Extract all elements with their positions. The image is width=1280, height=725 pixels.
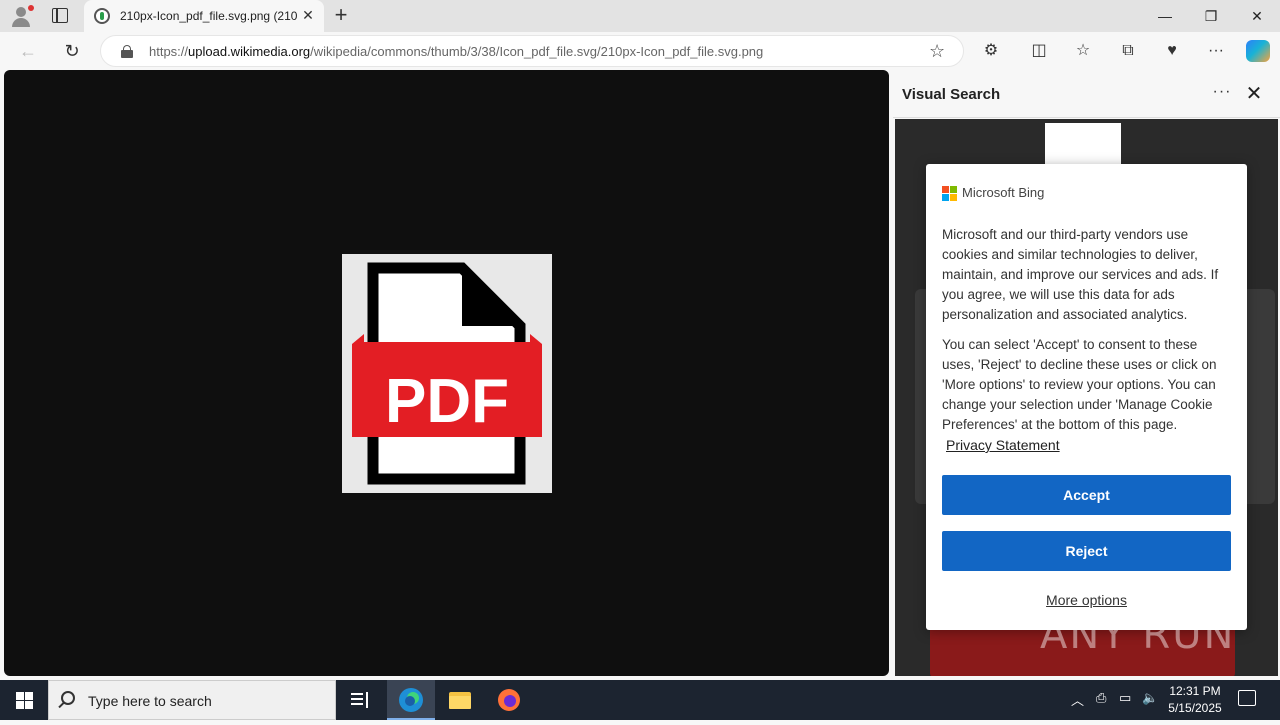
taskbar-search-box[interactable]: Type here to search (48, 680, 336, 720)
browser-essentials-icon[interactable]: ♥ (1161, 40, 1183, 62)
tab-close-button[interactable]: ✕ (299, 6, 317, 24)
more-options-link[interactable]: More options (926, 592, 1247, 608)
address-bar[interactable]: https://upload.wikimedia.org/wikipedia/c… (100, 35, 964, 67)
copilot-icon[interactable] (1246, 40, 1270, 62)
task-view-icon[interactable] (336, 680, 384, 720)
navigation-bar: ← ↻ https://upload.wikimedia.org/wikiped… (0, 32, 1280, 70)
extensions-icon[interactable]: ⚙ (980, 40, 1002, 62)
browser-tab[interactable]: 210px-Icon_pdf_file.svg.png (210 ✕ (84, 0, 324, 32)
favorites-icon[interactable]: ☆ (1072, 40, 1094, 62)
search-placeholder: Type here to search (88, 693, 212, 709)
firefox-icon[interactable] (485, 680, 533, 720)
clock-time: 12:31 PM (1169, 684, 1221, 698)
accept-button[interactable]: Accept (942, 475, 1231, 515)
clock-date: 5/15/2025 (1168, 701, 1222, 715)
panel-close-icon[interactable]: ✕ (1242, 82, 1266, 106)
panel-more-icon[interactable]: ··· (1208, 82, 1236, 106)
show-hidden-icons-icon[interactable]: ︿ (1071, 690, 1084, 709)
device-icon[interactable]: ⎙ (1096, 690, 1106, 706)
close-window-button[interactable]: ✕ (1234, 0, 1280, 32)
tab-actions-icon[interactable] (52, 8, 68, 23)
lock-icon[interactable] (121, 45, 133, 58)
microsoft-logo-icon (942, 186, 957, 201)
taskbar: Type here to search ︿ ⎙ ▭ 🔈 12:31 PM 5/1… (0, 680, 1280, 720)
back-button[interactable]: ← (16, 39, 40, 63)
add-favorite-icon[interactable]: ☆ (929, 41, 945, 62)
cookie-consent-dialog: Microsoft Bing Microsoft and our third-p… (926, 164, 1247, 630)
windows-start-icon[interactable] (0, 680, 48, 720)
network-icon[interactable]: ▭ (1119, 690, 1131, 706)
edge-taskbar-icon[interactable] (387, 680, 435, 720)
image-viewer: PDF (4, 70, 889, 676)
tab-title: 210px-Icon_pdf_file.svg.png (210 (120, 9, 298, 23)
system-clock[interactable]: 12:31 PM 5/15/2025 (1160, 683, 1230, 717)
volume-icon[interactable]: 🔈 (1142, 690, 1158, 706)
split-screen-icon[interactable]: ◫ (1028, 40, 1050, 62)
settings-more-icon[interactable]: ··· (1205, 40, 1227, 62)
privacy-statement-link[interactable]: Privacy Statement (946, 437, 1060, 453)
minimize-button[interactable]: — (1142, 0, 1188, 32)
panel-header: Visual Search ··· ✕ (893, 70, 1280, 118)
wikimedia-favicon-icon (94, 8, 110, 24)
pdf-file-image[interactable]: PDF (342, 254, 552, 493)
restore-button[interactable]: ❐ (1188, 0, 1234, 32)
profile-icon[interactable] (10, 5, 34, 27)
panel-title: Visual Search (902, 86, 1001, 103)
search-icon (61, 691, 75, 705)
collections-icon[interactable]: ⧉ (1117, 40, 1139, 62)
notifications-icon[interactable] (1238, 690, 1256, 706)
brand-name: Microsoft Bing (962, 185, 1045, 200)
anyrun-watermark: ANY RUN (1040, 612, 1236, 658)
reject-button[interactable]: Reject (942, 531, 1231, 571)
pdf-file-icon: PDF (352, 262, 542, 485)
file-explorer-icon[interactable] (436, 680, 484, 720)
refresh-button[interactable]: ↻ (60, 39, 84, 63)
pdf-label: PDF (385, 367, 509, 436)
consent-paragraph-2: You can select 'Accept' to consent to th… (942, 337, 1217, 432)
url-text: https://upload.wikimedia.org/wikipedia/c… (149, 44, 764, 59)
consent-paragraph-1: Microsoft and our third-party vendors us… (942, 227, 1219, 322)
new-tab-button[interactable]: + (330, 4, 352, 26)
tab-strip: 210px-Icon_pdf_file.svg.png (210 ✕ + — ❐… (0, 0, 1280, 32)
